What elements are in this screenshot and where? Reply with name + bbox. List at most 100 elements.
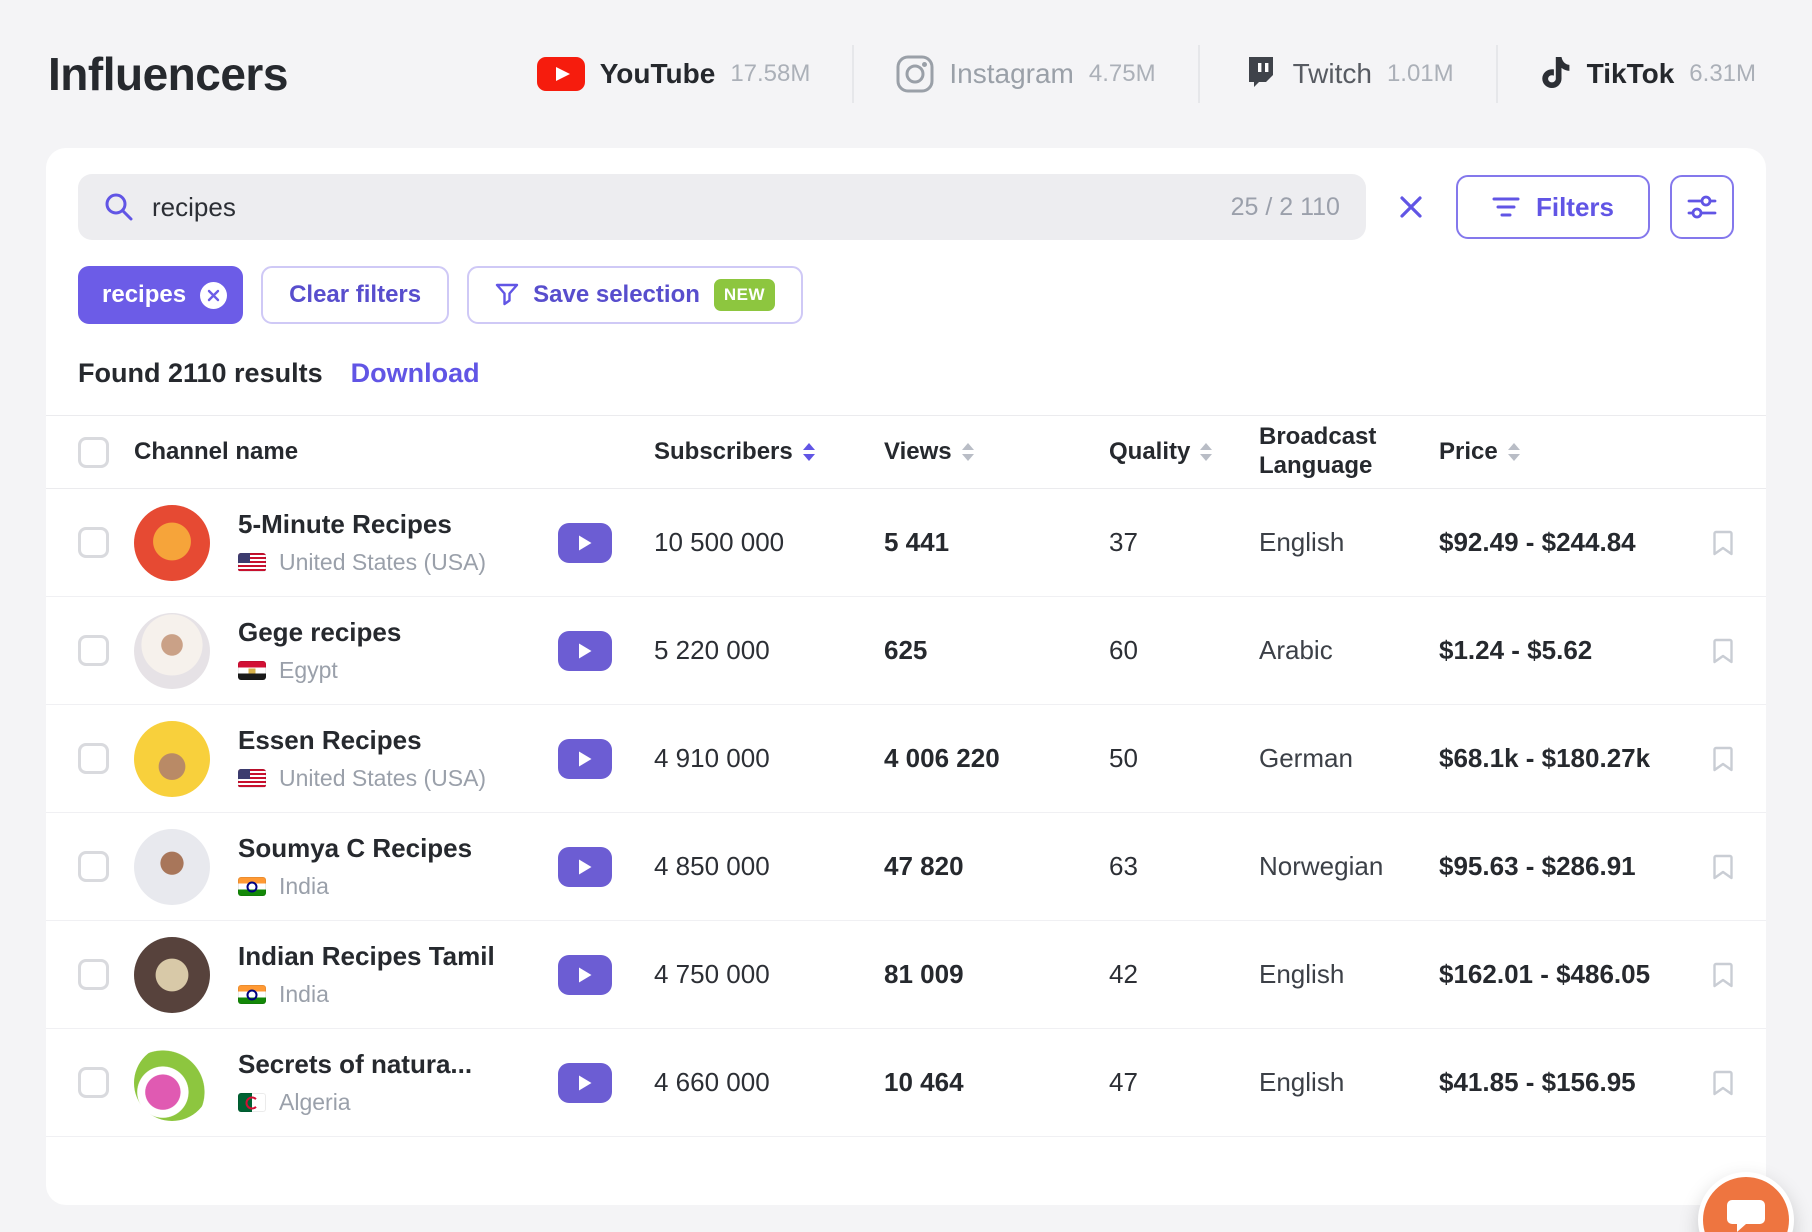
bookmark-icon[interactable] [1682, 745, 1734, 773]
subscribers-value: 4 910 000 [654, 743, 770, 773]
country-flag [238, 1093, 266, 1112]
search-settings-button[interactable] [1670, 175, 1734, 239]
language-value: English [1259, 959, 1345, 989]
price-value: $1.24 - $5.62 [1439, 635, 1593, 665]
country-flag [238, 553, 266, 572]
page-header: Influencers YouTube 17.58M Instagram 4.7… [0, 0, 1812, 148]
column-quality: Quality [1109, 438, 1259, 466]
price-value: $95.63 - $286.91 [1439, 851, 1636, 881]
views-value: 47 820 [884, 851, 964, 881]
row-checkbox[interactable] [78, 1067, 109, 1098]
remove-chip-icon[interactable] [200, 281, 228, 309]
platform-count: 4.75M [1088, 60, 1156, 87]
youtube-play-button[interactable] [558, 954, 612, 995]
price-value: $41.85 - $156.95 [1439, 1067, 1636, 1097]
column-quality-label: Quality [1109, 438, 1191, 465]
table-row: Soumya C Recipes India 4 850 000 47 820 … [46, 813, 1766, 921]
influencers-table: Channel name Subscribers Views Quality B… [46, 415, 1766, 1137]
row-checkbox[interactable] [78, 527, 109, 558]
clear-filters-label: Clear filters [289, 281, 422, 308]
sort-quality-icon[interactable] [1200, 443, 1213, 461]
filters-button[interactable]: Filters [1455, 175, 1650, 239]
channel-country: Algeria [279, 1089, 351, 1115]
channel-name[interactable]: Indian Recipes Tamil [238, 941, 558, 972]
channel-country: India [279, 981, 329, 1007]
channel-name[interactable]: Gege recipes [238, 617, 558, 648]
search-bar: 25 / 2 110 [78, 174, 1366, 240]
sort-subscribers-icon[interactable] [802, 443, 815, 461]
price-value: $68.1k - $180.27k [1439, 743, 1651, 773]
channel-country: United States (USA) [279, 765, 487, 791]
youtube-icon [536, 57, 585, 91]
language-value: Norwegian [1259, 851, 1384, 881]
youtube-play-button[interactable] [558, 630, 612, 671]
funnel-icon [495, 283, 519, 307]
table-row: Indian Recipes Tamil India 4 750 000 81 … [46, 921, 1766, 1029]
channel-name[interactable]: 5-Minute Recipes [238, 509, 558, 540]
row-checkbox[interactable] [78, 959, 109, 990]
column-price: Price [1439, 438, 1682, 466]
channel-country: United States (USA) [279, 549, 487, 575]
channel-avatar [134, 504, 210, 581]
subscribers-value: 4 750 000 [654, 959, 770, 989]
bookmark-icon[interactable] [1682, 853, 1734, 881]
channel-name[interactable]: Soumya C Recipes [238, 833, 558, 864]
platform-tab-tiktok[interactable]: TikTok 6.31M [1495, 45, 1760, 103]
page-title: Influencers [48, 48, 288, 100]
clear-filters-button[interactable]: Clear filters [261, 266, 450, 324]
download-link[interactable]: Download [351, 358, 480, 389]
table-row: Gege recipes Egypt 5 220 000 625 60 Arab… [46, 597, 1766, 705]
platform-tabs: YouTube 17.58M Instagram 4.75M Twitch 1.… [495, 45, 1760, 103]
platform-tab-twitch[interactable]: Twitch 1.01M [1197, 45, 1496, 103]
save-selection-button[interactable]: Save selection NEW [467, 266, 804, 324]
youtube-play-button[interactable] [558, 846, 612, 887]
views-value: 81 009 [884, 959, 964, 989]
row-checkbox[interactable] [78, 635, 109, 666]
country-flag [238, 661, 266, 680]
active-filter-chip[interactable]: recipes [78, 266, 244, 324]
country-flag [238, 769, 266, 788]
results-card: 25 / 2 110 Filters recipes [46, 148, 1766, 1205]
column-views: Views [884, 438, 1109, 466]
search-result-counter: 25 / 2 110 [1230, 192, 1340, 221]
youtube-play-button[interactable] [558, 1062, 612, 1103]
quality-value: 63 [1109, 851, 1138, 881]
search-input[interactable] [152, 191, 1213, 223]
column-views-label: Views [884, 438, 952, 465]
channel-name[interactable]: Secrets of natura... [238, 1049, 558, 1080]
bookmark-icon[interactable] [1682, 637, 1734, 665]
platform-count: 17.58M [730, 60, 811, 87]
channel-country: Egypt [279, 657, 338, 683]
bookmark-icon[interactable] [1682, 1069, 1734, 1097]
sort-price-icon[interactable] [1507, 443, 1520, 461]
youtube-play-button[interactable] [558, 738, 612, 779]
channel-avatar [134, 936, 210, 1013]
platform-tab-instagram[interactable]: Instagram 4.75M [852, 45, 1197, 103]
row-checkbox[interactable] [78, 743, 109, 774]
bookmark-icon[interactable] [1682, 961, 1734, 989]
select-all-checkbox[interactable] [78, 436, 109, 468]
views-value: 10 464 [884, 1067, 964, 1097]
clear-search-button[interactable] [1386, 182, 1436, 232]
subscribers-value: 5 220 000 [654, 635, 770, 665]
sort-views-icon[interactable] [961, 443, 974, 461]
sliders-icon [1687, 193, 1717, 221]
quality-value: 50 [1109, 743, 1138, 773]
table-row: Essen Recipes United States (USA) 4 910 … [46, 705, 1766, 813]
platform-tab-youtube[interactable]: YouTube 17.58M [495, 45, 853, 103]
quality-value: 42 [1109, 959, 1138, 989]
channel-name[interactable]: Essen Recipes [238, 725, 558, 756]
search-row: 25 / 2 110 Filters [78, 174, 1734, 240]
save-selection-label: Save selection [533, 281, 700, 308]
price-value: $92.49 - $244.84 [1439, 527, 1636, 557]
row-checkbox[interactable] [78, 851, 109, 882]
results-summary: Found 2110 results [78, 358, 323, 388]
views-value: 5 441 [884, 527, 950, 557]
youtube-play-button[interactable] [558, 522, 612, 563]
language-value: English [1259, 1067, 1345, 1097]
search-icon [104, 192, 134, 222]
views-value: 4 006 220 [884, 743, 1000, 773]
channel-avatar [134, 612, 210, 689]
platform-count: 6.31M [1689, 60, 1756, 87]
bookmark-icon[interactable] [1682, 529, 1734, 557]
